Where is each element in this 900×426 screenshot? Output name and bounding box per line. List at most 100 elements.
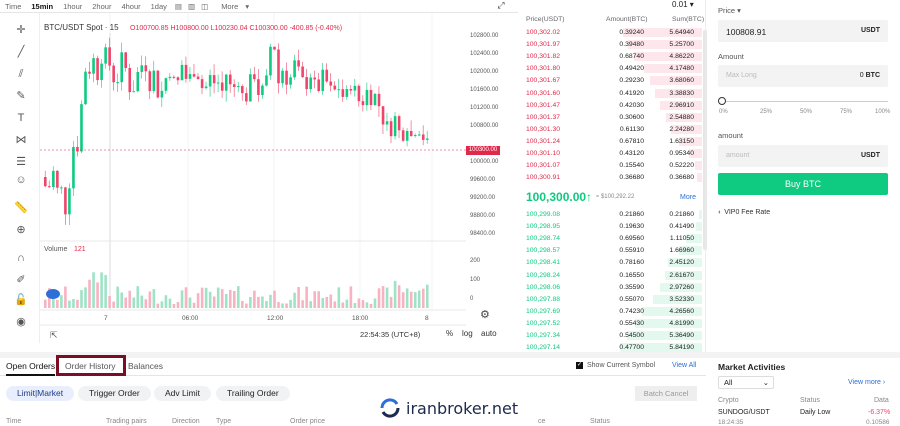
bid-row[interactable]: 100,298.41 0.78160 2.45120 (522, 257, 702, 268)
amount-input[interactable]: amount USDT (718, 145, 888, 167)
pattern-icon[interactable]: ⋈ (12, 133, 30, 147)
bid-row[interactable]: 100,297.34 0.54500 5.36490 (522, 330, 702, 341)
chart-type-icon[interactable]: ▥ (185, 2, 198, 11)
time-tick: 8 (425, 315, 429, 322)
interval-toolbar: Time 15min 1hour 2hour 4hour 1day ▤ ▥ ◫ … (0, 0, 518, 12)
bid-row[interactable]: 100,298.24 0.16550 2.61670 (522, 270, 702, 281)
bid-row[interactable]: 100,297.69 0.74230 4.26560 (522, 306, 702, 317)
eye-icon[interactable]: ◉ (12, 315, 30, 329)
ask-amount: 0.36680 (619, 174, 644, 182)
precision-select[interactable]: 0.01 ▾ (672, 0, 712, 12)
ask-sum: 2.24280 (669, 125, 694, 133)
price-input[interactable]: 100808.91 USDT (718, 20, 888, 42)
show-symbol-checkbox[interactable]: ✓ (576, 362, 583, 369)
time-label[interactable]: Time (0, 2, 26, 11)
candle (409, 130, 413, 136)
candle (228, 74, 232, 85)
order-type-trigger[interactable]: Trigger Order (78, 386, 151, 401)
auto-toggle[interactable]: auto (481, 329, 497, 338)
interval-1day[interactable]: 1day (146, 2, 172, 11)
candle (341, 89, 345, 97)
bid-row[interactable]: 100,298.57 0.55910 1.66960 (522, 245, 702, 256)
price-dropdown[interactable]: Price ▾ (718, 6, 741, 15)
bid-row[interactable]: 100,299.08 0.21860 0.21860 (522, 209, 702, 220)
volume-bar (397, 285, 401, 308)
interval-2hour[interactable]: 2hour (87, 2, 116, 11)
indicators-icon[interactable]: ▤ (172, 2, 185, 11)
order-type-limit-market[interactable]: Limit|Market (6, 386, 75, 401)
ask-row[interactable]: 100,302.02 0.39240 5.64940 (522, 27, 702, 38)
trendline-icon[interactable]: ╱ (12, 45, 30, 59)
view-all-link[interactable]: View All (672, 362, 696, 369)
tab-balances[interactable]: Balances (128, 361, 163, 371)
ask-row[interactable]: 100,301.37 0.30600 2.54880 (522, 112, 702, 123)
ask-amount: 0.29230 (619, 77, 644, 85)
ask-row[interactable]: 100,301.24 0.67810 1.63150 (522, 136, 702, 147)
ask-row[interactable]: 100,301.82 0.68740 4.86220 (522, 51, 702, 62)
batch-cancel-button[interactable]: Batch Cancel (635, 386, 697, 401)
view-more-link[interactable]: View more › (848, 379, 885, 386)
bid-sum: 5.36490 (669, 332, 694, 339)
candle (237, 86, 240, 88)
ask-row[interactable]: 100,301.80 0.49420 4.17480 (522, 63, 702, 74)
buy-button[interactable]: Buy BTC (718, 173, 888, 195)
volume-bar (200, 287, 204, 308)
settings-icon[interactable]: ⚙ (480, 308, 490, 321)
interval-1hour[interactable]: 1hour (58, 2, 87, 11)
ask-row[interactable]: 100,301.07 0.15540 0.52220 (522, 160, 702, 171)
bid-price: 100,297.88 (526, 295, 561, 303)
tab-open-orders[interactable]: Open Orders (6, 361, 56, 376)
ask-row[interactable]: 100,301.97 0.39480 5.25700 (522, 39, 702, 50)
magnet-icon[interactable]: ∩ (12, 251, 30, 265)
bid-row[interactable]: 100,297.88 0.55070 3.52330 (522, 294, 702, 305)
fib-icon[interactable]: ☰ (12, 155, 30, 169)
bid-row[interactable]: 100,297.52 0.55430 4.81990 (522, 318, 702, 329)
market-filter-select[interactable]: All ⌄ (718, 376, 774, 389)
volume-tick: 100 (470, 277, 481, 283)
bid-amount: 0.54500 (619, 332, 644, 339)
depth-icon[interactable]: ◫ (198, 2, 211, 11)
ask-row[interactable]: 100,300.91 0.36680 0.36680 (522, 172, 702, 183)
fullscreen-icon[interactable]: ⤢ (494, 0, 508, 12)
interval-4hour[interactable]: 4hour (116, 2, 145, 11)
ask-row[interactable]: 100,301.30 0.61130 2.24280 (522, 124, 702, 135)
order-type-adv-limit[interactable]: Adv Limit (154, 386, 211, 401)
crosshair-icon[interactable]: ✛ (12, 23, 30, 37)
ask-row[interactable]: 100,301.60 0.41920 3.38830 (522, 88, 702, 99)
market-symbol[interactable]: SUNDOG/USDT (718, 409, 770, 416)
slider-handle[interactable] (718, 97, 726, 105)
date-range-icon[interactable]: ⇱ (50, 330, 58, 340)
candle (180, 64, 184, 81)
lock-drawing-icon[interactable]: ✐ (12, 273, 30, 287)
bid-row[interactable]: 100,298.74 0.69560 1.11050 (522, 233, 702, 244)
emoji-icon[interactable]: ☺ (12, 173, 30, 187)
vip-fee-link[interactable]: ◐ VIP0 Fee Rate (718, 209, 770, 216)
log-toggle[interactable]: log (462, 329, 473, 338)
price-tick: 99600.00 (470, 177, 496, 183)
max-long-field[interactable]: Max Long 0 BTC (718, 65, 888, 87)
ruler-icon[interactable]: 📏 (12, 201, 30, 215)
percent-toggle[interactable]: % (446, 329, 453, 338)
ask-row[interactable]: 100,301.67 0.29230 3.68060 (522, 75, 702, 86)
bid-row[interactable]: 100,298.95 0.19630 0.41490 (522, 221, 702, 232)
candle (401, 130, 405, 141)
amount-slider[interactable] (722, 101, 888, 102)
volume-bar (196, 293, 200, 308)
depth-bar (696, 173, 702, 183)
ask-row[interactable]: 100,301.47 0.42030 2.96910 (522, 100, 702, 111)
ask-row[interactable]: 100,301.10 0.43120 0.95340 (522, 148, 702, 159)
volume-bar (261, 296, 264, 308)
zoom-icon[interactable]: ⊕ (12, 223, 30, 237)
brush-icon[interactable]: ✎ (12, 89, 30, 103)
order-type-trailing[interactable]: Trailing Order (216, 386, 290, 401)
orderbook-more-link[interactable]: More (680, 194, 696, 201)
parallel-lines-icon[interactable]: ⫽ (12, 67, 30, 81)
price-chart[interactable]: BTC/USDT Spot · 15 O100700.85 H100800.00… (40, 13, 466, 343)
volume-bar (361, 300, 365, 308)
more-dropdown[interactable]: More ▾ (211, 2, 254, 11)
lock-icon[interactable]: 🔓 (12, 293, 30, 307)
interval-15min[interactable]: 15min (26, 2, 58, 11)
text-icon[interactable]: T (12, 111, 30, 125)
bid-row[interactable]: 100,298.06 0.35590 2.97260 (522, 282, 702, 293)
volume-bar (112, 301, 115, 308)
